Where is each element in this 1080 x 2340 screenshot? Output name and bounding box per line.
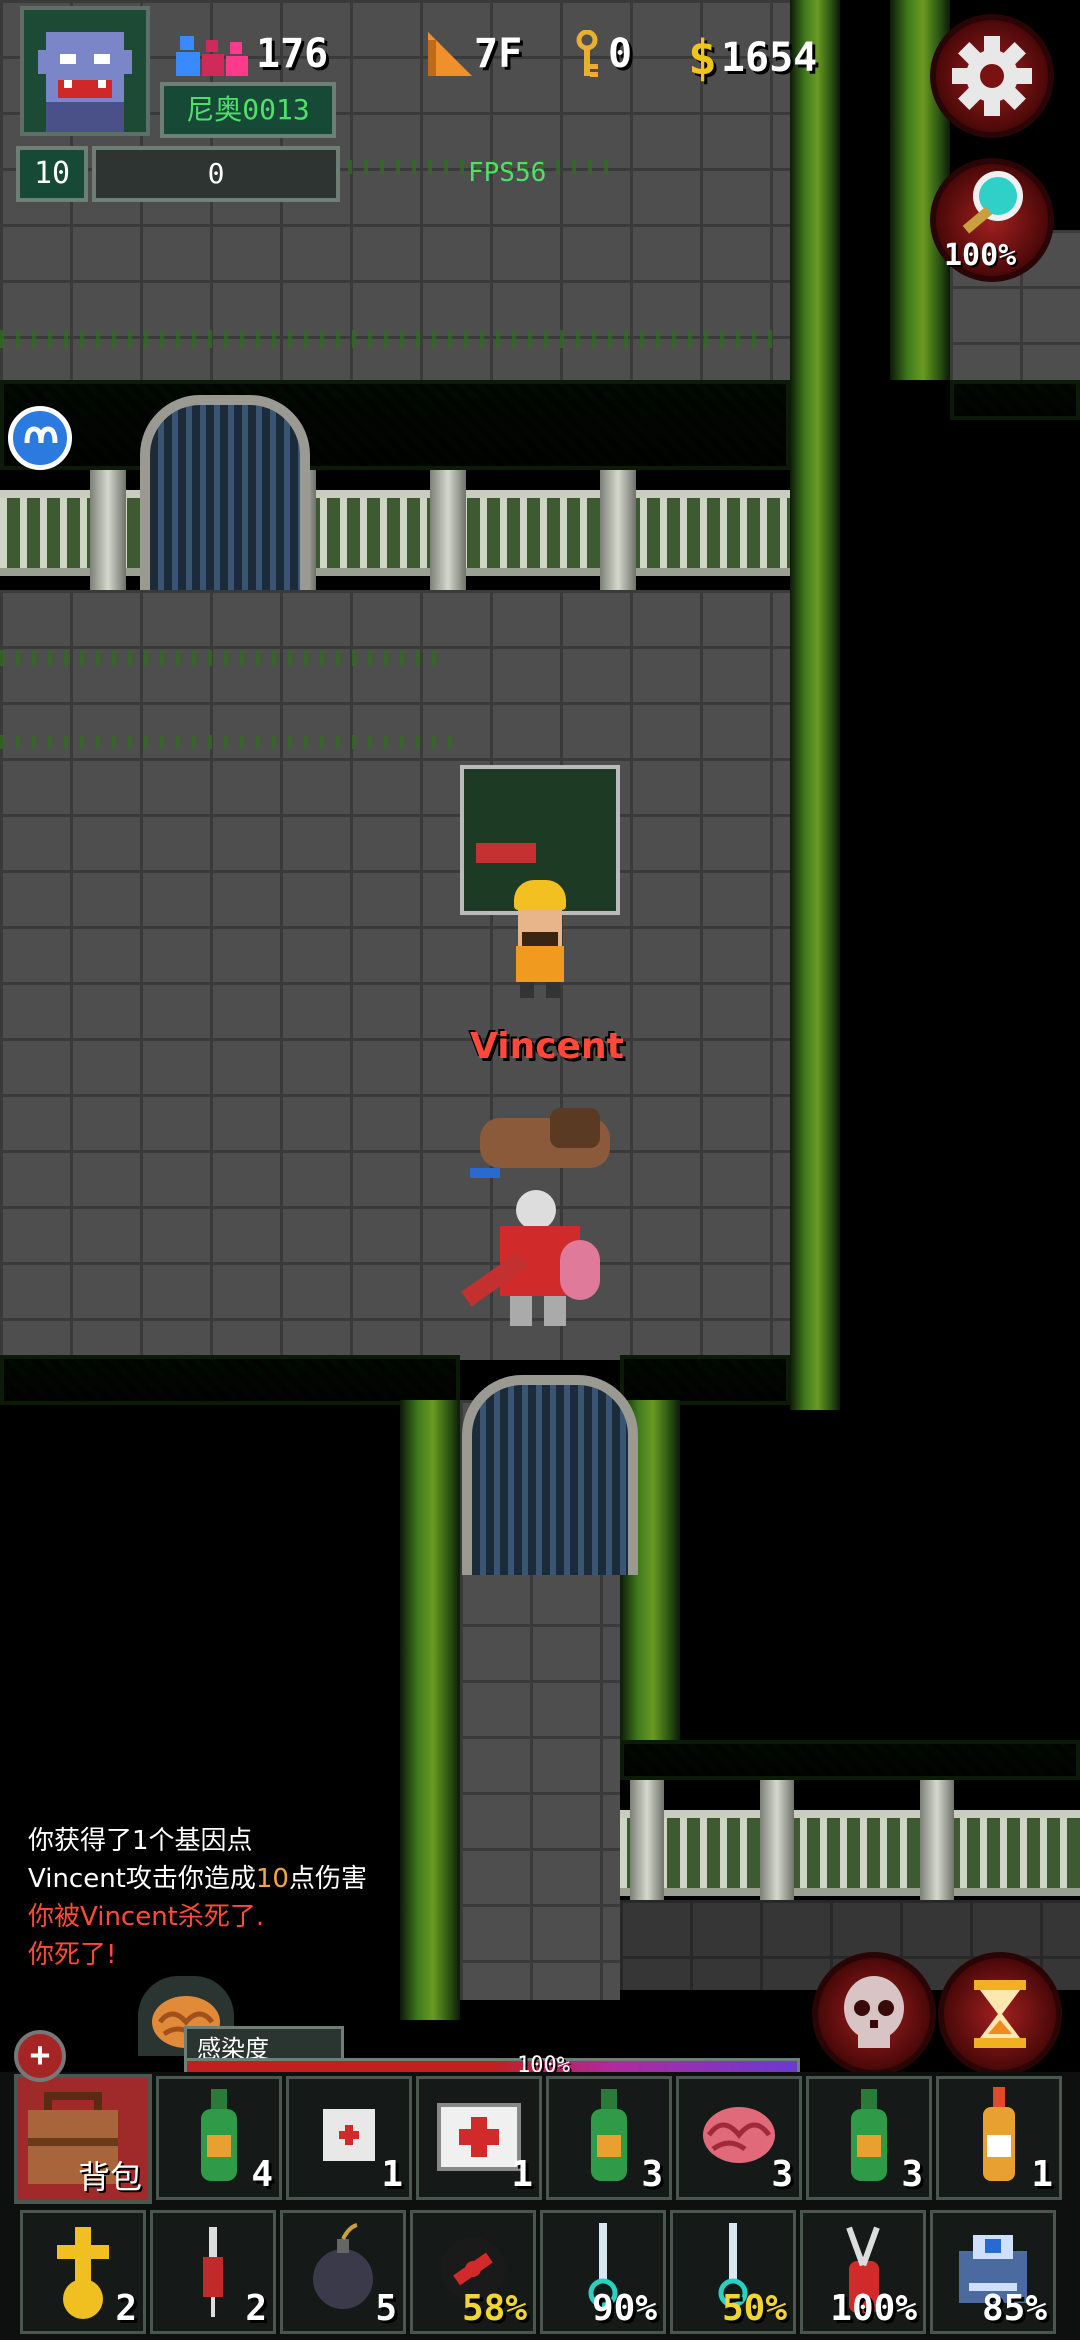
gear-icon <box>952 36 1032 116</box>
inventory-slot[interactable]: 50% <box>670 2210 796 2334</box>
infection-label: 感染度 <box>184 2026 344 2063</box>
slot-quantity: 3 <box>641 2154 663 2195</box>
slot-quantity: 100% <box>830 2288 917 2329</box>
inventory-slot[interactable]: 1 <box>936 2076 1062 2200</box>
grass-patch <box>0 735 460 749</box>
dungeon-map[interactable]: Vincent <box>0 0 1080 2020</box>
inventory-slot[interactable]: 2 <box>20 2210 146 2334</box>
population-stat: 176 <box>176 30 328 78</box>
slot-quantity: 85% <box>981 2288 1047 2329</box>
grass-patch <box>0 330 780 348</box>
inventory-slot[interactable]: 58% <box>410 2210 536 2334</box>
fence-pillar <box>600 470 636 590</box>
zombie-avatar-icon <box>38 32 132 132</box>
log-text: 你死了! <box>28 1940 117 1970</box>
log-text: Vincent攻击你造成 <box>28 1864 256 1894</box>
inventory-slot[interactable]: 4 <box>156 2076 282 2200</box>
hedge-row <box>0 380 790 470</box>
log-line-2: Vincent攻击你造成10点伤害 <box>28 1858 367 1895</box>
keys-value: 0 <box>608 31 633 77</box>
money-value: 1654 <box>720 35 818 81</box>
face-icon <box>24 426 58 444</box>
slot-quantity: 5 <box>375 2288 397 2329</box>
backpack-label: 背包 <box>77 2158 142 2196</box>
log-text: 你获得了1个基因点 <box>28 1826 253 1856</box>
inventory-slot[interactable]: 1 <box>416 2076 542 2200</box>
inventory-slot[interactable]: 1 <box>286 2076 412 2200</box>
skull-button[interactable] <box>812 1952 936 2076</box>
inventory-slot[interactable]: 5 <box>280 2210 406 2334</box>
fence-pillar <box>430 470 466 590</box>
slot-quantity: 3 <box>771 2154 793 2195</box>
hourglass-icon <box>974 1980 1026 2048</box>
slot-quantity: 2 <box>115 2288 137 2329</box>
slot-quantity: 50% <box>721 2288 787 2329</box>
log-damage-number: 10 <box>255 1864 289 1894</box>
backpack-button[interactable]: 背包 <box>14 2074 152 2204</box>
hedge-right <box>790 0 840 1410</box>
hedge-corridor-left <box>400 1400 460 2020</box>
population-icon <box>176 36 248 76</box>
fence-pillar <box>760 1780 794 1900</box>
assistant-float-button[interactable] <box>8 406 72 470</box>
dollar-icon: $ <box>688 30 717 86</box>
wait-button[interactable] <box>938 1952 1062 2076</box>
log-line-4: 你死了! <box>28 1934 116 1971</box>
magnifier-icon <box>962 171 1023 234</box>
experience-bar: 0 <box>92 146 340 202</box>
player-character[interactable] <box>500 880 580 1000</box>
hedge-row-right <box>950 380 1080 420</box>
floor-stat: 7F <box>426 30 522 78</box>
skull-icon <box>844 1976 904 2048</box>
inventory-slot[interactable]: 90% <box>540 2210 666 2334</box>
inventory-slot[interactable]: 3 <box>806 2076 932 2200</box>
money-stat: $ 1654 <box>688 30 817 86</box>
player-name-label: 尼奥0013 <box>160 82 336 138</box>
slot-quantity: 1 <box>511 2154 533 2195</box>
gate-top[interactable] <box>140 395 310 605</box>
slot-quantity: 90% <box>591 2288 657 2329</box>
inventory-slot[interactable]: 100% <box>800 2210 926 2334</box>
fence-bottom-right <box>620 1810 1080 1896</box>
fence-pillar <box>630 1780 664 1900</box>
fallen-body[interactable] <box>470 1098 620 1178</box>
hedge-lower-right <box>620 1355 790 1405</box>
keys-stat: 0 <box>572 30 632 78</box>
slot-quantity: 58% <box>461 2288 527 2329</box>
log-line-3: 你被Vincent杀死了. <box>28 1896 264 1933</box>
key-icon <box>576 30 598 77</box>
hedge-lower-left <box>0 1355 460 1405</box>
fence-pillar <box>920 1780 954 1900</box>
stairs-icon <box>428 32 472 76</box>
vincent-enemy[interactable] <box>460 1190 620 1340</box>
floor-value: 7F <box>474 31 523 77</box>
search-percent: 100% <box>944 238 1017 273</box>
slot-quantity: 2 <box>245 2288 267 2329</box>
player-level: 10 <box>16 146 88 202</box>
slot-quantity: 3 <box>901 2154 923 2195</box>
log-text: 点伤害 <box>288 1864 367 1894</box>
slot-quantity: 1 <box>381 2154 403 2195</box>
slot-quantity: 1 <box>1031 2154 1053 2195</box>
inventory-slot[interactable]: 2 <box>150 2210 276 2334</box>
floor-main <box>0 590 790 1360</box>
hedge-bottom-right <box>620 1740 1080 1780</box>
search-button[interactable]: 100% <box>930 158 1054 282</box>
slot-quantity: 4 <box>251 2154 273 2195</box>
grass-patch <box>0 650 440 666</box>
settings-button[interactable] <box>930 14 1054 138</box>
log-line-1: 你获得了1个基因点 <box>28 1820 253 1857</box>
fence-pillar <box>90 470 126 590</box>
plus-badge-icon[interactable]: + <box>14 2030 66 2082</box>
gate-bottom[interactable] <box>462 1375 638 1575</box>
inventory-slot[interactable]: 3 <box>546 2076 672 2200</box>
npc-name-label: Vincent <box>470 1026 624 1067</box>
inventory-slot[interactable]: 3 <box>676 2076 802 2200</box>
grass-patch <box>300 160 620 174</box>
population-value: 176 <box>256 31 329 77</box>
player-portrait[interactable] <box>20 6 150 136</box>
inventory-slot[interactable]: 85% <box>930 2210 1056 2334</box>
log-text: 你被Vincent杀死了. <box>28 1902 265 1932</box>
fps-counter: FPS56 <box>468 158 547 188</box>
